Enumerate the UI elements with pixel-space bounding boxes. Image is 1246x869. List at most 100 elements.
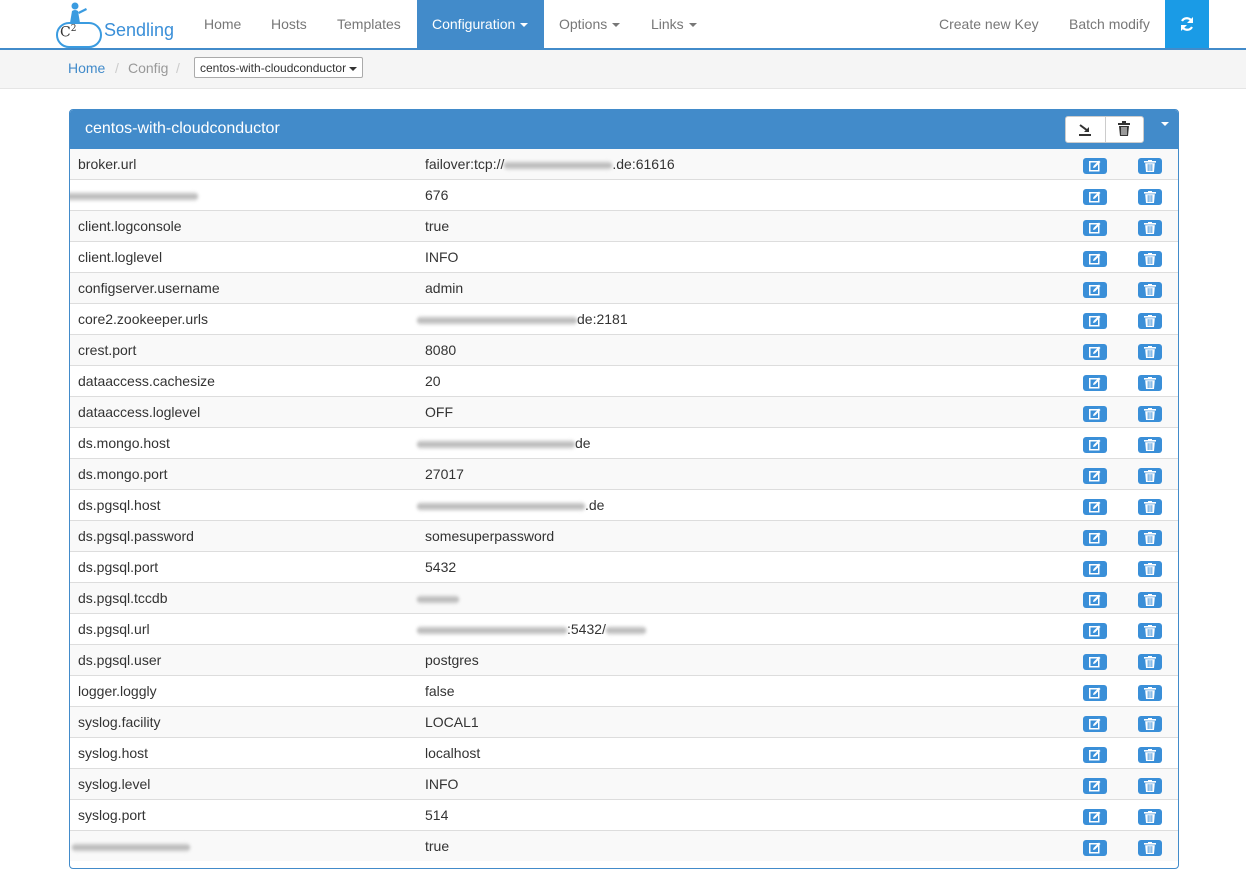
table-row: dataaccess.loglevel OFF — [70, 396, 1178, 427]
edit-button[interactable] — [1083, 623, 1107, 639]
delete-button[interactable] — [1138, 623, 1162, 639]
refresh-button[interactable] — [1165, 0, 1209, 48]
edit-button[interactable] — [1083, 716, 1107, 732]
redacted-text — [417, 594, 459, 604]
edit-button[interactable] — [1083, 375, 1107, 391]
brand-logo-link[interactable]: C2 Sendling — [56, 2, 181, 48]
edit-button[interactable] — [1083, 809, 1107, 825]
edit-button[interactable] — [1083, 282, 1107, 298]
table-row: broker.url failover:tcp://.de:61616 — [70, 149, 1178, 179]
panel-dropdown-chevron-icon[interactable] — [1161, 122, 1169, 126]
edit-button[interactable] — [1083, 158, 1107, 174]
edit-button[interactable] — [1083, 468, 1107, 484]
delete-button[interactable] — [1138, 220, 1162, 236]
delete-button[interactable] — [1138, 282, 1162, 298]
delete-button[interactable] — [1138, 809, 1162, 825]
delete-button[interactable] — [1138, 840, 1162, 856]
delete-button[interactable] — [1138, 778, 1162, 794]
edit-button[interactable] — [1083, 561, 1107, 577]
table-row: ds.pgsql.host .de — [70, 489, 1178, 520]
delete-button[interactable] — [1138, 685, 1162, 701]
table-row: ds.pgsql.password somesuperpassword — [70, 520, 1178, 551]
nav-options[interactable]: Options — [544, 0, 635, 48]
config-value: somesuperpassword — [425, 528, 555, 544]
edit-icon — [1089, 532, 1101, 544]
nav-batch-modify[interactable]: Batch modify — [1054, 0, 1165, 48]
redacted-text — [417, 315, 577, 325]
redacted-text — [70, 191, 198, 201]
nav-hosts[interactable]: Hosts — [256, 0, 322, 48]
config-value: false — [425, 683, 455, 699]
config-key: ds.pgsql.port — [78, 559, 159, 575]
breadcrumb-config: Config — [128, 60, 169, 76]
edit-icon — [1089, 315, 1101, 327]
delete-button[interactable] — [1138, 530, 1162, 546]
delete-button[interactable] — [1138, 716, 1162, 732]
edit-button[interactable] — [1083, 778, 1107, 794]
config-key: ds.pgsql.host — [78, 497, 161, 513]
trash-icon — [1144, 749, 1156, 761]
table-row: core2.zookeeper.urls de:2181 — [70, 303, 1178, 334]
config-value: de:2181 — [417, 311, 628, 327]
config-value: INFO — [425, 776, 459, 792]
edit-button[interactable] — [1083, 592, 1107, 608]
config-value: OFF — [425, 404, 453, 420]
delete-button[interactable] — [1138, 375, 1162, 391]
chevron-down-icon — [612, 23, 621, 28]
table-row: syslog.host localhost — [70, 737, 1178, 768]
config-value: 5432 — [425, 559, 457, 575]
chevron-down-icon — [349, 67, 357, 71]
config-key: broker.url — [78, 156, 137, 172]
trash-icon — [1144, 439, 1156, 451]
delete-button[interactable] — [1138, 499, 1162, 515]
config-key — [72, 838, 190, 854]
delete-button[interactable] — [1138, 561, 1162, 577]
edit-button[interactable] — [1083, 747, 1107, 763]
nav-links[interactable]: Links — [636, 0, 712, 48]
delete-button[interactable] — [1138, 468, 1162, 484]
edit-button[interactable] — [1083, 313, 1107, 329]
nav-create-new-key[interactable]: Create new Key — [924, 0, 1054, 48]
trash-icon — [1144, 625, 1156, 637]
edit-button[interactable] — [1083, 499, 1107, 515]
edit-button[interactable] — [1083, 840, 1107, 856]
nav-configuration[interactable]: Configuration — [417, 0, 544, 48]
breadcrumb-home-link[interactable]: Home — [68, 60, 105, 76]
edit-button[interactable] — [1083, 344, 1107, 360]
delete-button[interactable] — [1138, 251, 1162, 267]
delete-button[interactable] — [1138, 437, 1162, 453]
delete-button[interactable] — [1138, 747, 1162, 763]
template-select-value: centos-with-cloudconductor — [200, 61, 347, 75]
nav-templates[interactable]: Templates — [322, 0, 416, 48]
delete-button[interactable] — [1138, 344, 1162, 360]
redacted-text — [72, 842, 190, 852]
table-row: client.loglevel INFO — [70, 241, 1178, 272]
edit-button[interactable] — [1083, 530, 1107, 546]
trash-icon — [1144, 811, 1156, 823]
edit-button[interactable] — [1083, 189, 1107, 205]
panel-title: centos-with-cloudconductor — [85, 120, 280, 137]
config-key: crest.port — [78, 342, 137, 358]
config-value: 514 — [425, 807, 449, 823]
edit-button[interactable] — [1083, 437, 1107, 453]
delete-template-button[interactable] — [1105, 117, 1144, 142]
edit-button[interactable] — [1083, 406, 1107, 422]
delete-button[interactable] — [1138, 189, 1162, 205]
breadcrumb: Home / Config / centos-with-cloudconduct… — [0, 50, 1246, 89]
template-select[interactable]: centos-with-cloudconductor — [194, 57, 363, 78]
delete-button[interactable] — [1138, 406, 1162, 422]
config-value: INFO — [425, 249, 459, 265]
edit-button[interactable] — [1083, 251, 1107, 267]
nav-home[interactable]: Home — [189, 0, 256, 48]
download-button[interactable] — [1066, 117, 1106, 142]
delete-button[interactable] — [1138, 592, 1162, 608]
edit-button[interactable] — [1083, 220, 1107, 236]
edit-button[interactable] — [1083, 685, 1107, 701]
config-value: de — [417, 435, 591, 451]
delete-button[interactable] — [1138, 158, 1162, 174]
config-key: client.loglevel — [78, 249, 163, 265]
edit-button[interactable] — [1083, 654, 1107, 670]
delete-button[interactable] — [1138, 313, 1162, 329]
trash-icon — [1144, 780, 1156, 792]
delete-button[interactable] — [1138, 654, 1162, 670]
